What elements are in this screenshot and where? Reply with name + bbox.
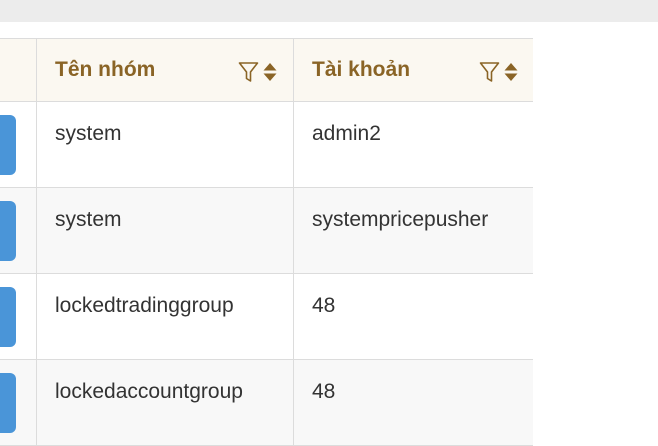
table-header-row: Tên nhóm Tài khoản [0,39,533,102]
group-name-cell: lockedaccountgroup [37,360,294,445]
column-header-account[interactable]: Tài khoản [294,39,533,101]
group-name: lockedaccountgroup [55,380,243,403]
row-action-button[interactable] [0,115,16,175]
account-cell: 48 [294,360,533,445]
table-row[interactable]: system admin2 [0,102,533,188]
account-cell: systempricepusher [294,188,533,273]
group-name-cell: system [37,102,294,187]
account-name: 48 [312,294,336,317]
table-row[interactable]: lockedaccountgroup 48 [0,360,533,446]
group-name-cell: lockedtradinggroup [37,274,294,359]
row-action-button[interactable] [0,287,16,347]
sort-icon[interactable] [263,63,277,81]
data-table: Tên nhóm Tài khoản system admin2 system … [0,38,533,446]
account-name: admin2 [312,122,381,145]
row-action-cell [0,188,37,273]
filter-icon[interactable] [479,61,500,83]
column-header-group-name[interactable]: Tên nhóm [37,39,294,101]
row-action-button[interactable] [0,201,16,261]
group-name: system [55,208,122,231]
group-name: lockedtradinggroup [55,294,234,317]
group-name: system [55,122,122,145]
account-name: 48 [312,380,336,403]
row-action-button[interactable] [0,373,16,433]
account-cell: admin2 [294,102,533,187]
filter-icon[interactable] [238,61,259,83]
table-row[interactable]: lockedtradinggroup 48 [0,274,533,360]
table-row[interactable]: system systempricepusher [0,188,533,274]
header-action-column [0,39,37,101]
column-header-label: Tài khoản [312,58,411,81]
group-name-cell: system [37,188,294,273]
top-bar [0,0,658,22]
account-cell: 48 [294,274,533,359]
column-header-label: Tên nhóm [55,58,156,81]
sort-icon[interactable] [504,63,518,81]
account-name: systempricepusher [312,208,489,231]
row-action-cell [0,274,37,359]
row-action-cell [0,102,37,187]
row-action-cell [0,360,37,445]
